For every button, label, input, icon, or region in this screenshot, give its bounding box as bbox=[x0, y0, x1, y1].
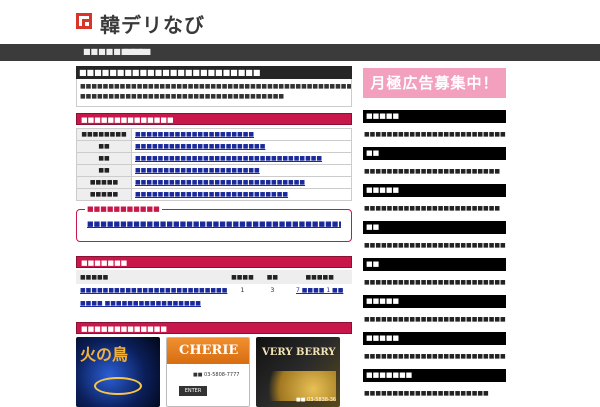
column-header: ■■■■■ bbox=[287, 270, 352, 284]
sidebar-link[interactable]: ■■■■■■■■■■■■■■■■■■■■■■■■■■■■■■■■■ bbox=[363, 308, 506, 332]
pickup-legend: ■■■■■■■■■■■ bbox=[85, 205, 162, 213]
banner-title: CHERIE bbox=[179, 343, 239, 358]
sidebar-heading: ■■■■■ bbox=[363, 184, 506, 197]
sidebar-link[interactable]: ■■■■■■■■■■■■■■■■■■■■■■■■■■■■■■■ bbox=[363, 345, 506, 369]
banners-section-heading: ■■■■■■■■■■■■■ bbox=[76, 322, 352, 334]
intro-text: ■■■■■■■■■■■■■■■■■■■■■■■■■■■■■■■■■■■■■■■■… bbox=[76, 79, 352, 107]
ranking-cell: 3 bbox=[270, 287, 275, 294]
banner-title: VERY BERRY bbox=[262, 347, 336, 358]
info-table: ■■■■■■■■ ■■■■■■■■■■■■■■■■■■■■■ ■■ ■■■■■■… bbox=[76, 128, 352, 201]
info-section-heading: ■■■■■■■■■■■■■■ bbox=[76, 113, 352, 125]
table-row: ■■■■■ ■■■■■■■■■■■■■■■■■■■■■■■■■■■■■■ bbox=[76, 176, 352, 189]
sidebar: 月極広告募集中！ ■■■■■ ■■■■■■■■■■■■■■■■■■■■■■■■■… bbox=[363, 68, 506, 406]
banner-enter-button[interactable]: ENTER bbox=[179, 386, 207, 396]
sidebar-link[interactable]: ■■■■■■■■■■■■■■■■■■■■■■■■■■■■■ bbox=[363, 123, 506, 147]
info-label: ■■■■■ bbox=[76, 188, 132, 201]
info-label: ■■■■■■■■ bbox=[76, 128, 132, 141]
sidebar-heading: ■■■■■■■ bbox=[363, 369, 506, 382]
table-row: ■■ ■■■■■■■■■■■■■■■■■■■■■■■ bbox=[76, 140, 352, 153]
ranking-cell: 1 bbox=[240, 287, 245, 294]
info-label: ■■ bbox=[76, 140, 132, 153]
column-header: ■■ bbox=[257, 270, 288, 284]
table-row: ■■■■■■■■■■■■■■■■■■■■■■■■■■ 1 3 7 ■■■■ 1 … bbox=[76, 284, 352, 297]
sidebar-heading: ■■■■■ bbox=[363, 295, 506, 308]
table-row: ■■■■■■■■ ■■■■■■■■■■■■■■■■■■■■■ bbox=[76, 128, 352, 141]
info-value[interactable]: ■■■■■■■■■■■■■■■■■■■■■■■■■■■■■■ bbox=[131, 176, 352, 189]
info-link[interactable]: ■■■■■■■■■■■■■■■■■■■■■■■■■■■■■■■■■ bbox=[135, 155, 322, 162]
table-row: ■■■■ ■■■■■■■■■■■■■■■■■ bbox=[76, 297, 352, 310]
info-link[interactable]: ■■■■■■■■■■■■■■■■■■■■■■■■■■■■■■ bbox=[135, 179, 305, 186]
logo-mark-icon bbox=[76, 13, 96, 33]
sidebar-heading: ■■ bbox=[363, 221, 506, 234]
site-logo[interactable]: 韓デリなび bbox=[76, 10, 205, 37]
sidebar-heading: ■■ bbox=[363, 147, 506, 160]
shop-banner-hinotori[interactable]: 火の鳥 bbox=[76, 337, 160, 407]
ranking-section-heading: ■■■■■■■ bbox=[76, 256, 352, 268]
banner-list: 火の鳥 CHERIE ■■ 03-5808-7777 ENTER VERY BE… bbox=[76, 337, 352, 407]
ranking-cell bbox=[227, 297, 257, 310]
sidebar-heading: ■■■■■ bbox=[363, 332, 506, 345]
banner-title: 火の鳥 bbox=[80, 345, 129, 364]
sidebar-link[interactable]: ■■■■■■■■■■■■■■■■■■■■■■■■ bbox=[363, 160, 506, 184]
table-row: ■■■■■ ■■■■■■■■■■■■■■■■■■■■■■■■■■■ bbox=[76, 188, 352, 201]
sidebar-heading: ■■ bbox=[363, 258, 506, 271]
ring-decoration bbox=[94, 377, 142, 395]
sidebar-link[interactable]: ■■■■■■■■■■■■■■■■■■■■■■■■ bbox=[363, 197, 506, 221]
info-label: ■■ bbox=[76, 164, 132, 177]
sidebar-link[interactable]: ■■■■■■■■■■■■■■■■■■■■■■■■■■■■■■■■■■■■■ bbox=[363, 234, 506, 258]
info-value[interactable]: ■■■■■■■■■■■■■■■■■■■■■■ bbox=[131, 164, 352, 177]
sidebar-link[interactable]: ■■■■■■■■■■■■■■■■■■■■■■ bbox=[363, 382, 506, 406]
ad-banner[interactable]: 月極広告募集中！ bbox=[363, 68, 506, 98]
ranking-cell bbox=[257, 297, 287, 310]
column-header: ■■■■ bbox=[227, 270, 258, 284]
table-row: ■■ ■■■■■■■■■■■■■■■■■■■■■■■■■■■■■■■■■ bbox=[76, 152, 352, 165]
info-link[interactable]: ■■■■■■■■■■■■■■■■■■■■■■■ bbox=[135, 143, 265, 150]
table-header-row: ■■■■■ ■■■■ ■■ ■■■■■ bbox=[76, 270, 352, 284]
ranking-table: ■■■■■ ■■■■ ■■ ■■■■■ ■■■■■■■■■■■■■■■■■■■■… bbox=[76, 270, 352, 310]
ranking-shop-link[interactable]: ■■■■■■■■■■■■■■■■■■■■■■■■■■ bbox=[80, 287, 227, 294]
ranking-shop-link[interactable]: ■■■■ ■■■■■■■■■■■■■■■■■ bbox=[80, 300, 201, 307]
ranking-cell bbox=[287, 297, 352, 310]
logo-text: 韓デリなび bbox=[100, 12, 205, 37]
info-value[interactable]: ■■■■■■■■■■■■■■■■■■■■■■■■■■■■■■■■■ bbox=[131, 152, 352, 165]
sidebar-heading: ■■■■■ bbox=[363, 110, 506, 123]
shop-banner-very-berry[interactable]: VERY BERRY ■■ 03-5838-36 bbox=[256, 337, 340, 407]
info-value[interactable]: ■■■■■■■■■■■■■■■■■■■■■ bbox=[131, 128, 352, 141]
global-nav: ■■■■■■■■■ ■■■ bbox=[0, 44, 600, 61]
info-label: ■■ bbox=[76, 152, 132, 165]
banner-tel: ■■ 03-5838-36 bbox=[296, 397, 337, 403]
info-label: ■■■■■ bbox=[76, 176, 132, 189]
sidebar-link[interactable]: ■■■■■■■■■■■■■■■■■■■■■■■■■ bbox=[363, 271, 506, 295]
nav-item-2[interactable]: ■■■ bbox=[123, 47, 146, 56]
page-title: ■■■■■■■■■■■■■■■■■■■■■■■■ bbox=[76, 66, 352, 79]
info-value[interactable]: ■■■■■■■■■■■■■■■■■■■■■■■■■■■ bbox=[131, 188, 352, 201]
ranking-link[interactable]: 7 ■■■■ 1 ■■ bbox=[296, 287, 343, 294]
banner-tel: ■■ 03-5808-7777 bbox=[193, 372, 240, 378]
info-link[interactable]: ■■■■■■■■■■■■■■■■■■■■■■ bbox=[135, 167, 260, 174]
table-row: ■■ ■■■■■■■■■■■■■■■■■■■■■■ bbox=[76, 164, 352, 177]
info-link[interactable]: ■■■■■■■■■■■■■■■■■■■■■■■■■■■ bbox=[135, 191, 288, 198]
pickup-link[interactable]: ■■■■■■■■■■■■■■■■■■■■■■■■■■■■■■■■■■■■■■■■… bbox=[87, 220, 341, 228]
column-header: ■■■■■ bbox=[76, 270, 228, 284]
info-link[interactable]: ■■■■■■■■■■■■■■■■■■■■■ bbox=[135, 131, 254, 138]
main-content: ■■■■■■■■■■■■■■■■■■■■■■■■ ■■■■■■■■■■■■■■■… bbox=[76, 66, 352, 407]
site-header: 韓デリなび bbox=[0, 0, 600, 44]
shop-banner-cherie[interactable]: CHERIE ■■ 03-5808-7777 ENTER bbox=[166, 337, 250, 407]
pickup-box: ■■■■■■■■■■■ ■■■■■■■■■■■■■■■■■■■■■■■■■■■■… bbox=[76, 205, 352, 242]
info-value[interactable]: ■■■■■■■■■■■■■■■■■■■■■■■ bbox=[131, 140, 352, 153]
